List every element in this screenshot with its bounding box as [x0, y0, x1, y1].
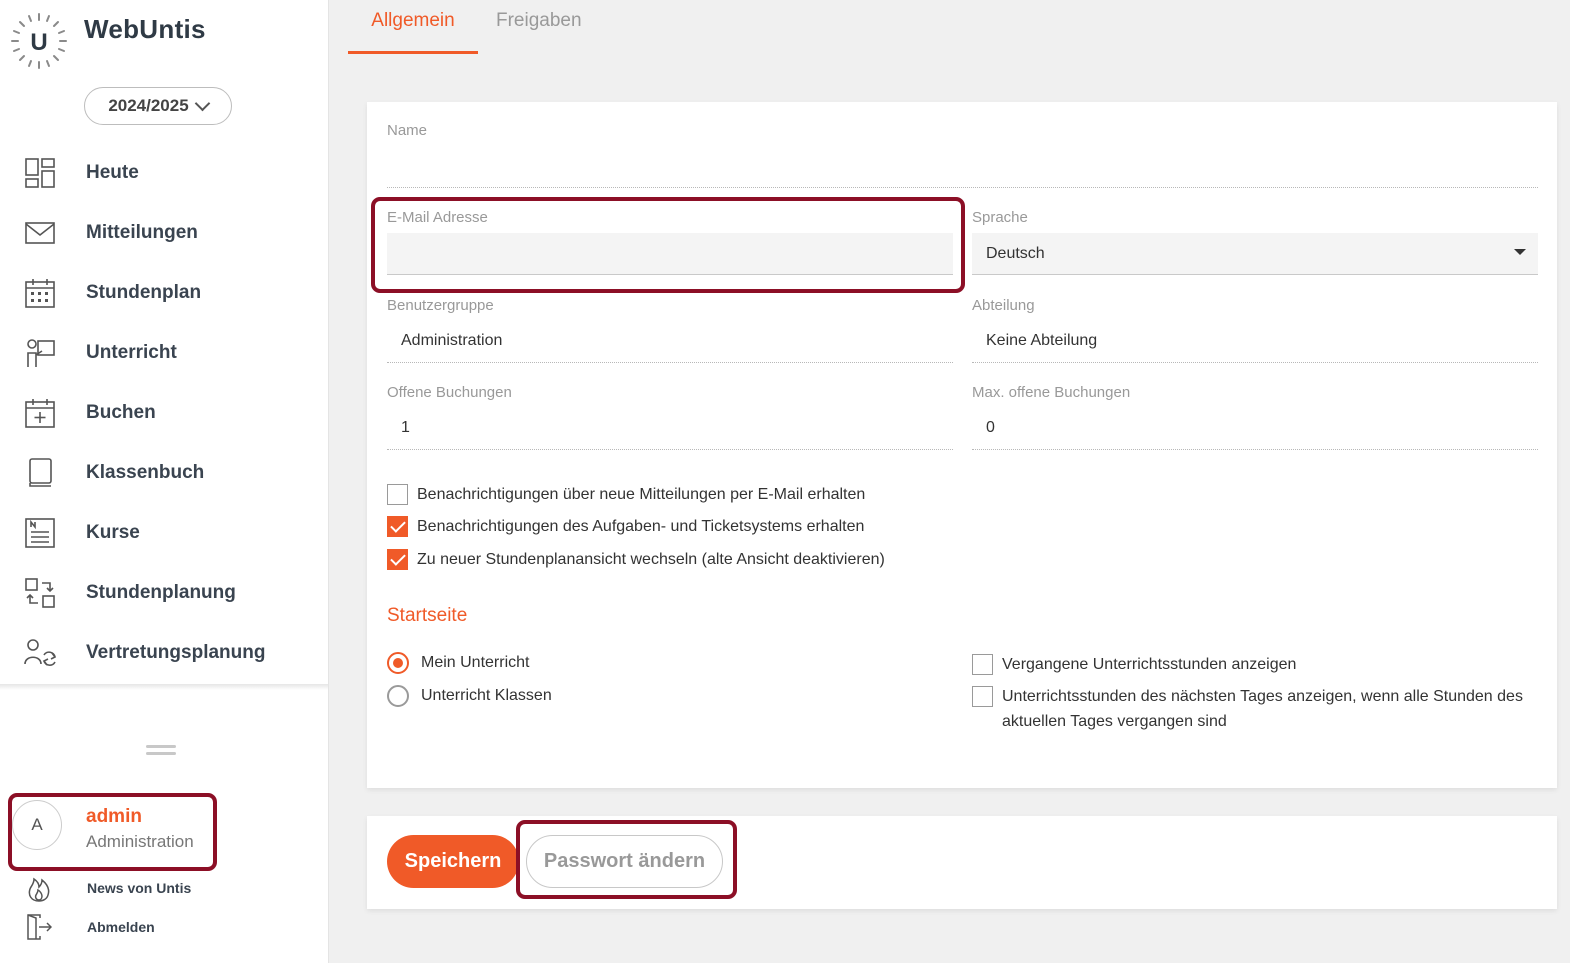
flame-icon — [24, 874, 54, 902]
radio-label: Mein Unterricht — [421, 654, 530, 671]
highlight-change-password — [516, 820, 737, 899]
sidebar-divider — [0, 684, 328, 690]
school-year-select[interactable]: 2024/2025 — [84, 87, 232, 125]
language-label: Sprache — [972, 209, 1028, 226]
sidebar-item-label: Kurse — [86, 522, 140, 543]
highlight-user-profile — [8, 793, 217, 871]
name-field[interactable] — [387, 150, 1538, 188]
user-group-label: Benutzergruppe — [387, 297, 494, 314]
webuntis-logo-icon: U — [11, 13, 67, 69]
logout-link[interactable]: Abmelden — [24, 913, 155, 941]
sidebar-item-label: Vertretungsplanung — [86, 642, 266, 663]
sidebar-item-buchen[interactable]: Buchen — [0, 383, 328, 443]
school-year-value: 2024/2025 — [108, 96, 189, 115]
drag-handle-icon[interactable] — [146, 745, 176, 759]
main-nav: Heute Mitteilungen Stundenplan Unterrich… — [0, 143, 328, 683]
sidebar-item-unterricht[interactable]: Unterricht — [0, 323, 328, 383]
envelope-icon — [23, 216, 57, 250]
book-icon — [23, 456, 57, 490]
checkbox-box[interactable] — [387, 484, 408, 505]
max-open-bookings-label: Max. offene Buchungen — [972, 384, 1131, 401]
sidebar-item-label: Unterricht — [86, 342, 177, 363]
department-label: Abteilung — [972, 297, 1035, 314]
tab-freigaben[interactable]: Freigaben — [496, 10, 582, 32]
sidebar-item-klassenbuch[interactable]: Klassenbuch — [0, 443, 328, 503]
sidebar-item-label: Stundenplanung — [86, 582, 236, 603]
open-bookings-field — [387, 409, 953, 450]
radio-mein-unterricht[interactable]: Mein Unterricht — [387, 652, 529, 674]
max-open-bookings-value: 0 — [986, 419, 995, 436]
logo-letter: U — [30, 29, 47, 56]
sidebar-item-mitteilungen[interactable]: Mitteilungen — [0, 203, 328, 263]
checkbox-checked-icon[interactable] — [387, 516, 408, 537]
sidebar-item-label: Mitteilungen — [86, 222, 198, 243]
sidebar-item-stundenplanung[interactable]: Stundenplanung — [0, 563, 328, 623]
checkbox-checked-icon[interactable] — [387, 549, 408, 570]
calendar-plus-icon — [23, 396, 57, 430]
language-select[interactable]: Deutsch — [972, 233, 1538, 275]
checkbox-box[interactable] — [972, 686, 993, 707]
list-document-icon — [23, 516, 57, 550]
name-label: Name — [387, 122, 428, 139]
highlight-email-field — [371, 197, 965, 293]
checkbox-next-day-lessons[interactable]: Unterrichtsstunden des nächsten Tages an… — [972, 684, 1532, 734]
sidebar-item-heute[interactable]: Heute — [0, 143, 328, 203]
sidebar-item-label: Heute — [86, 162, 139, 183]
tab-allgemein[interactable]: Allgemein — [348, 10, 478, 54]
checkbox-box[interactable] — [972, 654, 993, 675]
logout-door-icon — [24, 913, 54, 941]
dashboard-icon — [23, 156, 57, 190]
checkbox-label: Benachrichtigungen über neue Mitteilunge… — [417, 486, 866, 503]
open-bookings-label: Offene Buchungen — [387, 384, 512, 401]
checkbox-ticket-notifications[interactable]: Benachrichtigungen des Aufgaben- und Tic… — [387, 514, 864, 539]
radio-icon[interactable] — [387, 685, 409, 707]
footer-link-label: Abmelden — [87, 919, 155, 935]
sidebar-item-label: Buchen — [86, 402, 156, 423]
max-open-bookings-field[interactable] — [972, 409, 1538, 450]
checkbox-past-lessons[interactable]: Vergangene Unterrichtsstunden anzeigen — [972, 652, 1296, 677]
sidebar-item-stundenplan[interactable]: Stundenplan — [0, 263, 328, 323]
checkbox-email-notifications[interactable]: Benachrichtigungen über neue Mitteilunge… — [387, 482, 865, 507]
user-group-value: Administration — [401, 332, 503, 349]
radio-unterricht-klassen[interactable]: Unterricht Klassen — [387, 685, 552, 707]
checkbox-label: Vergangene Unterrichtsstunden anzeigen — [1002, 656, 1297, 673]
sidebar: U WebUntis 2024/2025 Heute Mitteilungen … — [0, 0, 329, 963]
startpage-title: Startseite — [387, 605, 468, 626]
sidebar-item-label: Klassenbuch — [86, 462, 205, 483]
save-button[interactable]: Speichern — [387, 835, 519, 888]
sidebar-item-vertretungsplanung[interactable]: Vertretungsplanung — [0, 623, 328, 683]
sidebar-item-label: Stundenplan — [86, 282, 202, 303]
radio-label: Unterricht Klassen — [421, 687, 552, 704]
teacher-board-icon — [23, 336, 57, 370]
sidebar-item-kurse[interactable]: Kurse — [0, 503, 328, 563]
calendar-grid-icon — [23, 276, 57, 310]
department-value: Keine Abteilung — [986, 332, 1098, 349]
schedule-swap-icon — [23, 576, 57, 610]
language-value: Deutsch — [986, 244, 1045, 262]
checkbox-new-timetable-view[interactable]: Zu neuer Stundenplanansicht wechseln (al… — [387, 547, 885, 572]
chevron-down-icon — [194, 95, 210, 111]
checkbox-label: Benachrichtigungen des Aufgaben- und Tic… — [417, 518, 865, 535]
footer-link-label: News von Untis — [87, 880, 192, 896]
checkbox-label: Zu neuer Stundenplanansicht wechseln (al… — [417, 551, 885, 568]
open-bookings-value: 1 — [401, 419, 410, 436]
brand-name: WebUntis — [84, 14, 206, 44]
dropdown-caret-icon — [1514, 249, 1526, 255]
substitution-icon — [23, 636, 57, 670]
news-link[interactable]: News von Untis — [24, 874, 191, 902]
radio-selected-icon[interactable] — [387, 652, 409, 674]
checkbox-label: Unterrichtsstunden des nächsten Tages an… — [1002, 688, 1523, 730]
